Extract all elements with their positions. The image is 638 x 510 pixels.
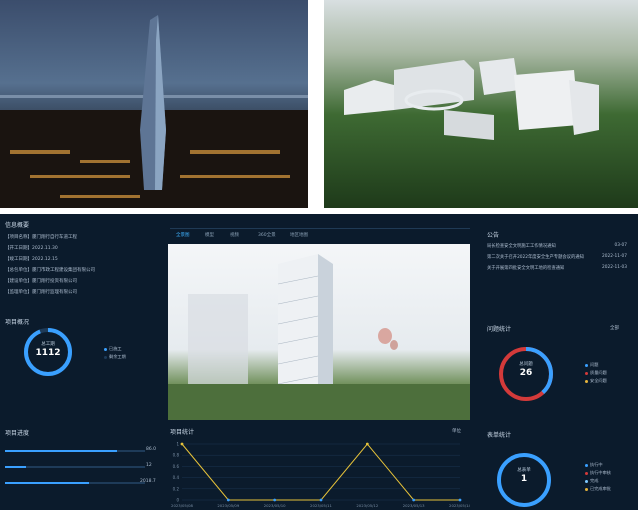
chart-point	[319, 498, 323, 502]
notice-item[interactable]: 关于开展第四批安全文明工地的检查通知 2022-11-03	[487, 265, 627, 271]
chart-y-tick-label: 0.2	[173, 486, 180, 491]
progress-bar	[5, 466, 145, 468]
building-render-view[interactable]	[168, 244, 470, 420]
campus-aerial-illustration	[344, 58, 599, 140]
building-illustration	[168, 254, 470, 420]
overview-panel-title: 项目概况	[5, 319, 30, 326]
tab-map[interactable]: 地区地图	[290, 232, 308, 238]
overview-legend-item: 已施工	[104, 346, 122, 352]
overview-ring-label: 总工期	[41, 342, 55, 347]
info-row: 【监理单位】厦门翔行监理有限公司	[5, 290, 77, 295]
issues-legend-item: 安全问题	[585, 378, 607, 384]
progress-bar	[5, 482, 145, 484]
tab-video[interactable]: 视频	[230, 232, 239, 238]
info-row: 【竣工日期】2022.12.15	[5, 257, 58, 262]
city-skyline-illustration	[0, 15, 308, 208]
overview-ring-value: 1112	[35, 348, 61, 358]
chart-unit: 单位	[452, 429, 461, 434]
chart-point	[180, 442, 184, 446]
chart-x-tick-label: 2023/05/10	[264, 503, 286, 508]
tab-model[interactable]: 模型	[205, 232, 214, 238]
chart-title: 项目统计	[170, 429, 195, 436]
info-row: 【建设单位】厦门翔行投资有限公司	[5, 279, 77, 284]
progress-value: 2018.7	[140, 479, 156, 484]
chart-x-tick-label: 2023/05/08	[171, 503, 193, 508]
chart-y-tick-label: 1	[176, 442, 179, 447]
issues-ring-value: 26	[519, 368, 533, 378]
chart-x-tick-label: 2023/05/14	[449, 503, 470, 508]
chart-x-tick-label: 2023/05/13	[403, 503, 425, 508]
info-panel-title: 信息概要	[5, 222, 30, 229]
chart-point	[226, 498, 230, 502]
notice-item[interactable]: 第二次关于召开2022年度安全生产专题会议的通知 2022-11-07	[487, 254, 627, 260]
chart-x-tick-label: 2023/05/09	[217, 503, 239, 508]
issues-panel-title: 问题统计	[487, 326, 512, 333]
issues-ring-label: 总问题	[519, 362, 533, 367]
progress-value: 86.0	[146, 447, 157, 452]
tab-bar-divider	[170, 228, 470, 229]
chart-y-tick-label: 0.8	[173, 453, 180, 458]
progress-value: 12	[146, 463, 152, 468]
issues-filter-dropdown[interactable]: 全部	[610, 325, 619, 331]
info-row: 【总包单位】厦门市政工程建设集团有限公司	[5, 268, 95, 273]
overview-legend-item: 剩余工期	[104, 354, 126, 360]
project-stats-line-chart: 0 0.2 0.4 0.6 0.8 1 2023/05/08 2023/05/09 2023/0…	[171, 442, 470, 509]
reports-panel-title: 表单统计	[487, 432, 512, 439]
chart-point	[273, 498, 277, 502]
chart-point	[365, 442, 369, 446]
chart-y-tick-label: 0	[176, 498, 179, 503]
chart-y-tick-label: 0.4	[173, 475, 180, 480]
chart-point	[412, 498, 416, 502]
reports-legend-item: 执行中	[585, 462, 603, 468]
chart-point	[458, 498, 462, 502]
reports-legend-item: 已完成审批	[585, 486, 611, 492]
campus-aerial-photo	[324, 0, 638, 208]
notice-panel-title: 公告	[487, 232, 500, 239]
chart-x-tick-label: 2023/05/12	[356, 503, 378, 508]
issues-legend-item: 问题	[585, 362, 598, 368]
progress-bar	[5, 450, 145, 452]
info-row: 【项目名称】厦门翔行自行车道工程	[5, 235, 77, 240]
chart-x-tick-label: 2023/05/11	[310, 503, 332, 508]
reports-legend-item: 完成	[585, 478, 598, 484]
progress-panel-title: 项目进度	[5, 430, 30, 437]
tab-360[interactable]: 360全景	[258, 232, 276, 238]
chart-y-tick-label: 0.6	[173, 464, 180, 469]
city-skyline-photo	[0, 0, 308, 208]
reports-ring-value: 1	[520, 474, 528, 484]
notice-item[interactable]: 局长检查安全文明施工工作情况通知 03-07	[487, 243, 627, 249]
reports-ring-label: 总表单	[517, 468, 531, 473]
info-row: 【开工日期】2022.11.30	[5, 246, 58, 251]
tab-panorama[interactable]: 全景图	[176, 232, 190, 238]
issues-legend-item: 质量问题	[585, 370, 607, 376]
reports-legend-item: 执行中审核	[585, 470, 611, 476]
chart-series-line	[181, 443, 460, 501]
project-dashboard: 信息概要 【项目名称】厦门翔行自行车道工程 【开工日期】2022.11.30 【…	[0, 214, 638, 510]
